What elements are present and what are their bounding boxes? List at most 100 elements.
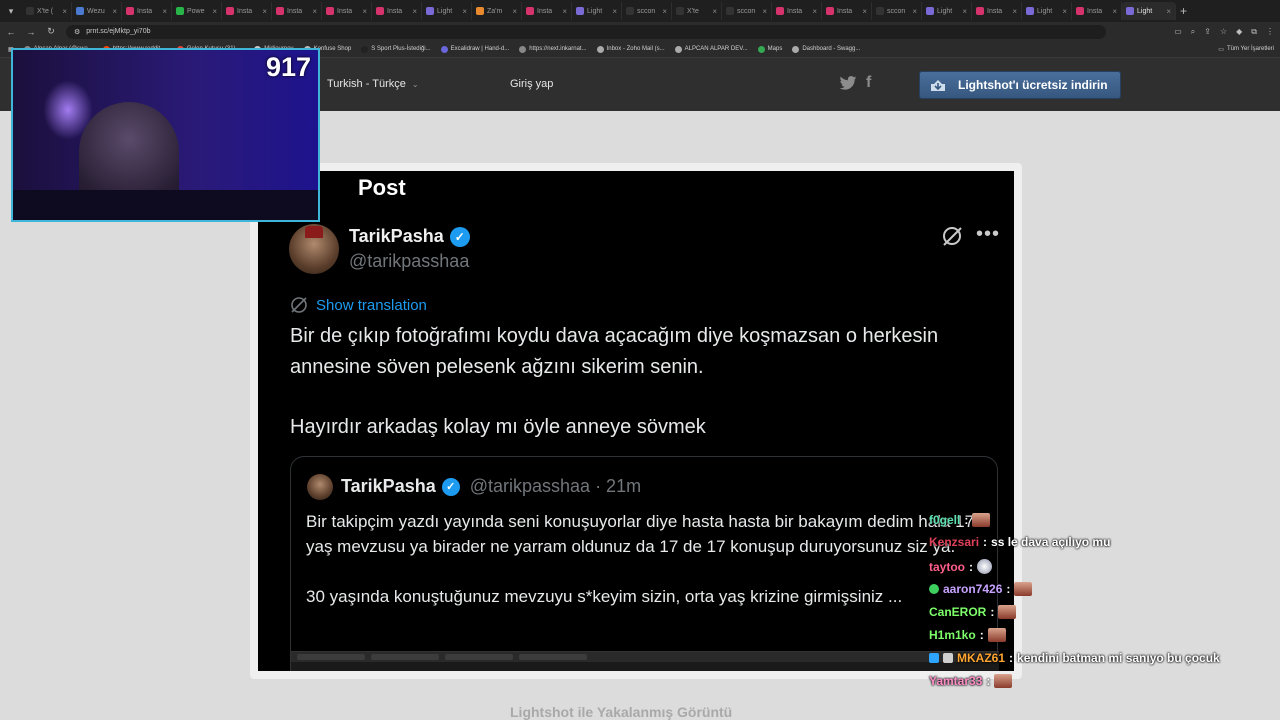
browser-tab[interactable]: X'te ( ×: [22, 2, 72, 20]
cast-icon[interactable]: ▭: [1174, 27, 1182, 37]
browser-tab[interactable]: Insta ×: [322, 2, 372, 20]
tweet-text: Bir de çıkıp fotoğrafımı koydu dava açac…: [290, 321, 1000, 443]
chat-message: CanEROR:: [929, 605, 1017, 619]
bookmark-item[interactable]: https://next.inkarnat...: [519, 45, 587, 53]
bookmark-item[interactable]: S Sport Plus-İstediği...: [361, 45, 431, 53]
url-text: prnt.sc/ejMktp_yi70b: [86, 28, 151, 35]
close-tab-icon[interactable]: ×: [662, 7, 667, 16]
bookmark-item[interactable]: Dashboard - Swagg...: [792, 45, 860, 53]
close-tab-icon[interactable]: ×: [112, 7, 117, 16]
close-tab-icon[interactable]: ×: [362, 7, 367, 16]
browser-tab[interactable]: sccon ×: [722, 2, 772, 20]
browser-tab[interactable]: Insta ×: [222, 2, 272, 20]
tab-search-icon[interactable]: ▾: [0, 2, 22, 20]
browser-tab[interactable]: sccon ×: [872, 2, 922, 20]
close-tab-icon[interactable]: ×: [762, 7, 767, 16]
more-options-icon: •••: [976, 223, 1001, 245]
close-tab-icon[interactable]: ×: [812, 7, 817, 16]
chat-username: MKAZ61: [957, 651, 1006, 665]
close-tab-icon[interactable]: ×: [462, 7, 467, 16]
close-tab-icon[interactable]: ×: [562, 7, 567, 16]
browser-tab[interactable]: Insta ×: [272, 2, 322, 20]
download-lightshot-button[interactable]: Lightshot'ı ücretsiz indirin: [919, 71, 1121, 99]
back-icon[interactable]: ←: [6, 27, 16, 37]
tab-label: Wezu: [87, 7, 105, 15]
close-tab-icon[interactable]: ×: [312, 7, 317, 16]
close-tab-icon[interactable]: ×: [612, 7, 617, 16]
bookmark-favicon-icon: [361, 45, 369, 53]
emote-icon: [987, 628, 1006, 642]
browser-tab[interactable]: Light ×: [922, 2, 972, 20]
browser-tab[interactable]: Insta ×: [122, 2, 172, 20]
tab-active[interactable]: Light ×: [1122, 2, 1176, 20]
browser-tab[interactable]: Light ×: [422, 2, 472, 20]
reload-icon[interactable]: ↻: [46, 26, 56, 37]
close-tab-icon[interactable]: ×: [1012, 7, 1017, 16]
browser-tab[interactable]: Insta ×: [1072, 2, 1122, 20]
login-link[interactable]: Giriş yap: [510, 78, 553, 90]
browser-tab[interactable]: Insta ×: [772, 2, 822, 20]
browser-tab[interactable]: Za'm ×: [472, 2, 522, 20]
bookmark-favicon-icon: [757, 45, 765, 53]
close-tab-icon[interactable]: ×: [1166, 7, 1171, 16]
facebook-icon[interactable]: f: [866, 74, 871, 92]
close-tab-icon[interactable]: ×: [212, 7, 217, 16]
verified-badge-icon: ✓: [449, 226, 470, 247]
close-tab-icon[interactable]: ×: [412, 7, 417, 16]
bookmark-item[interactable]: Maps: [757, 45, 782, 53]
tab-label: Light: [1037, 7, 1053, 15]
bookmark-favicon-icon: [596, 45, 604, 53]
quote-paragraph: 30 yaşında konuştuğunuz mevzuyu s*keyim …: [306, 587, 903, 606]
browser-tab[interactable]: Insta ×: [972, 2, 1022, 20]
close-tab-icon[interactable]: ×: [962, 7, 967, 16]
tab-label: sccon: [637, 7, 656, 15]
extension-icon[interactable]: ◆: [1236, 27, 1242, 37]
site-info-icon[interactable]: ⚙: [74, 28, 80, 36]
extensions-puzzle-icon[interactable]: ⧉: [1251, 27, 1257, 37]
chat-message: aaron7426:: [929, 582, 1033, 596]
twitter-icon[interactable]: [839, 76, 857, 90]
bookmark-item[interactable]: Inbox - Zoho Mail (s...: [596, 45, 665, 53]
menu-icon[interactable]: ⋮: [1266, 27, 1274, 37]
browser-tab[interactable]: Light ×: [572, 2, 622, 20]
folder-icon: ▭: [1218, 46, 1224, 53]
viewer-counter: 917: [266, 52, 312, 82]
badge-icon: [929, 653, 939, 663]
zoom-icon[interactable]: ⌕: [1191, 27, 1195, 37]
browser-tab[interactable]: sccon ×: [622, 2, 672, 20]
browser-tab[interactable]: Powe ×: [172, 2, 222, 20]
browser-tab[interactable]: Insta ×: [522, 2, 572, 20]
browser-tab[interactable]: Insta ×: [822, 2, 872, 20]
forward-icon[interactable]: →: [26, 27, 36, 37]
all-bookmarks-link[interactable]: ▭ Tüm Yer İşaretleri: [1218, 46, 1280, 53]
close-tab-icon[interactable]: ×: [1112, 7, 1117, 16]
address-bar[interactable]: ⚙ prnt.sc/ejMktp_yi70b: [66, 24, 1106, 39]
close-tab-icon[interactable]: ×: [262, 7, 267, 16]
chat-message: Yamtar33:: [929, 674, 1013, 688]
close-tab-icon[interactable]: ×: [512, 7, 517, 16]
close-tab-icon[interactable]: ×: [862, 7, 867, 16]
share-icon[interactable]: ⇪: [1204, 27, 1211, 37]
bookmark-item[interactable]: Excalidraw | Hand-d...: [440, 45, 509, 53]
tab-favicon-icon: [326, 7, 334, 15]
bookmark-item[interactable]: ALPCAN ALPAR DEV...: [674, 45, 748, 53]
tweet-handle: @tarikpasshaa: [349, 251, 470, 271]
emote-icon: [998, 605, 1017, 619]
tab-label: X'te (: [37, 7, 54, 15]
close-tab-icon[interactable]: ×: [912, 7, 917, 16]
chevron-down-icon: ⌄: [411, 80, 419, 89]
close-tab-icon[interactable]: ×: [62, 7, 67, 16]
close-tab-icon[interactable]: ×: [162, 7, 167, 16]
quoted-tweet: TarikPasha ✓ @tarikpasshaa · 21m Bir tak…: [290, 456, 999, 671]
tweet-paragraph: Bir de çıkıp fotoğrafımı koydu dava açac…: [290, 325, 939, 378]
close-tab-icon[interactable]: ×: [1062, 7, 1067, 16]
browser-tab[interactable]: Light ×: [1022, 2, 1072, 20]
new-tab-icon[interactable]: +: [1180, 4, 1187, 18]
browser-tab[interactable]: X'te ×: [672, 2, 722, 20]
language-selector[interactable]: Turkish - Türkçe ⌄: [327, 78, 419, 90]
bookmark-star-icon[interactable]: ☆: [1220, 27, 1227, 37]
browser-tab[interactable]: Wezu ×: [72, 2, 122, 20]
quote-meta: @tarikpasshaa · 21m: [469, 476, 642, 496]
close-tab-icon[interactable]: ×: [712, 7, 717, 16]
browser-tab[interactable]: Insta ×: [372, 2, 422, 20]
